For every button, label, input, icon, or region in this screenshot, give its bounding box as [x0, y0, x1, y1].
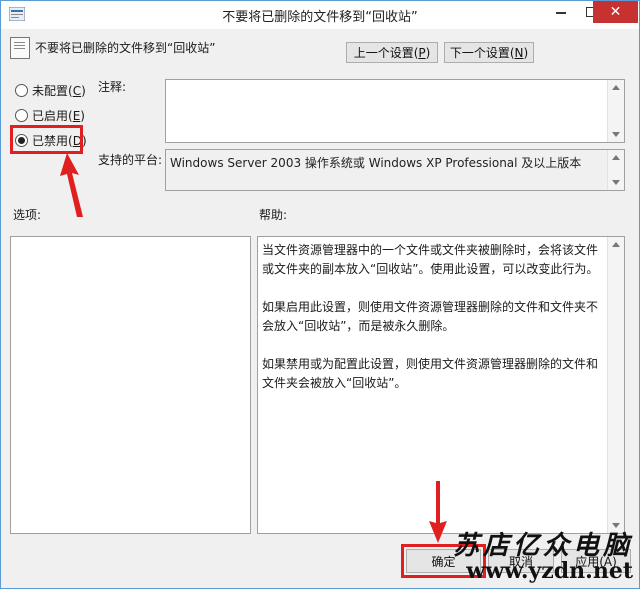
- platform-label: 支持的平台:: [98, 153, 163, 167]
- scroll-up-icon[interactable]: [612, 155, 620, 160]
- watermark: 苏店亿众电脑 www.yzdn.net: [453, 525, 633, 584]
- comment-label: 注释:: [98, 80, 127, 94]
- scroll-down-icon[interactable]: [612, 180, 620, 185]
- comment-scrollbar[interactable]: [607, 80, 624, 142]
- previous-setting-button[interactable]: 上一个设置(P): [346, 42, 438, 63]
- red-arrow-down-icon: [429, 481, 447, 543]
- policy-dialog: 不要将已删除的文件移到“回收站” ✕ 不要将已删除的文件移到“回收站” 上一个设…: [0, 0, 640, 589]
- next-setting-button[interactable]: 下一个设置(N): [444, 42, 534, 63]
- help-paragraph-2: 如果启用此设置，则使用文件资源管理器删除的文件和文件夹不会放入“回收站”，而是被…: [262, 300, 599, 333]
- platform-scrollbar[interactable]: [607, 150, 624, 190]
- policy-name: 不要将已删除的文件移到“回收站”: [35, 41, 216, 55]
- help-paragraph-3: 如果禁用或为配置此设置，则使用文件资源管理器删除的文件和文件夹会被放入“回收站”…: [262, 357, 599, 390]
- title-bar[interactable]: 不要将已删除的文件移到“回收站” ✕: [1, 1, 639, 29]
- close-button[interactable]: ✕: [593, 1, 638, 23]
- close-icon: ✕: [609, 4, 622, 20]
- red-arrow-up-icon: [60, 153, 83, 217]
- watermark-name: 苏店亿众电脑: [452, 531, 633, 561]
- help-text: 当文件资源管理器中的一个文件或文件夹被删除时，会将该文件或文件夹的副本放入“回收…: [262, 241, 604, 412]
- minimize-button[interactable]: [546, 1, 576, 23]
- platform-field: Windows Server 2003 操作系统或 Windows XP Pro…: [165, 149, 625, 191]
- options-pane: [10, 236, 251, 534]
- highlight-box-disabled: [10, 125, 83, 154]
- scroll-down-icon[interactable]: [612, 132, 620, 137]
- radio-button[interactable]: [15, 84, 28, 97]
- platform-text: Windows Server 2003 操作系统或 Windows XP Pro…: [170, 156, 582, 170]
- help-paragraph-1: 当文件资源管理器中的一个文件或文件夹被删除时，会将该文件或文件夹的副本放入“回收…: [262, 243, 599, 276]
- options-label: 选项:: [13, 208, 42, 222]
- scroll-up-icon[interactable]: [612, 85, 620, 90]
- help-label: 帮助:: [259, 208, 288, 222]
- radio-button[interactable]: [15, 109, 28, 122]
- radio-not-configured[interactable]: 未配置(C): [15, 82, 86, 99]
- help-scrollbar[interactable]: [607, 237, 624, 533]
- policy-setting-icon: [10, 37, 30, 59]
- comment-textarea[interactable]: [165, 79, 625, 143]
- radio-enabled[interactable]: 已启用(E): [15, 107, 85, 124]
- window-title: 不要将已删除的文件移到“回收站”: [222, 10, 418, 25]
- scroll-up-icon[interactable]: [612, 242, 620, 247]
- watermark-url: www.yzdn.net: [466, 558, 633, 584]
